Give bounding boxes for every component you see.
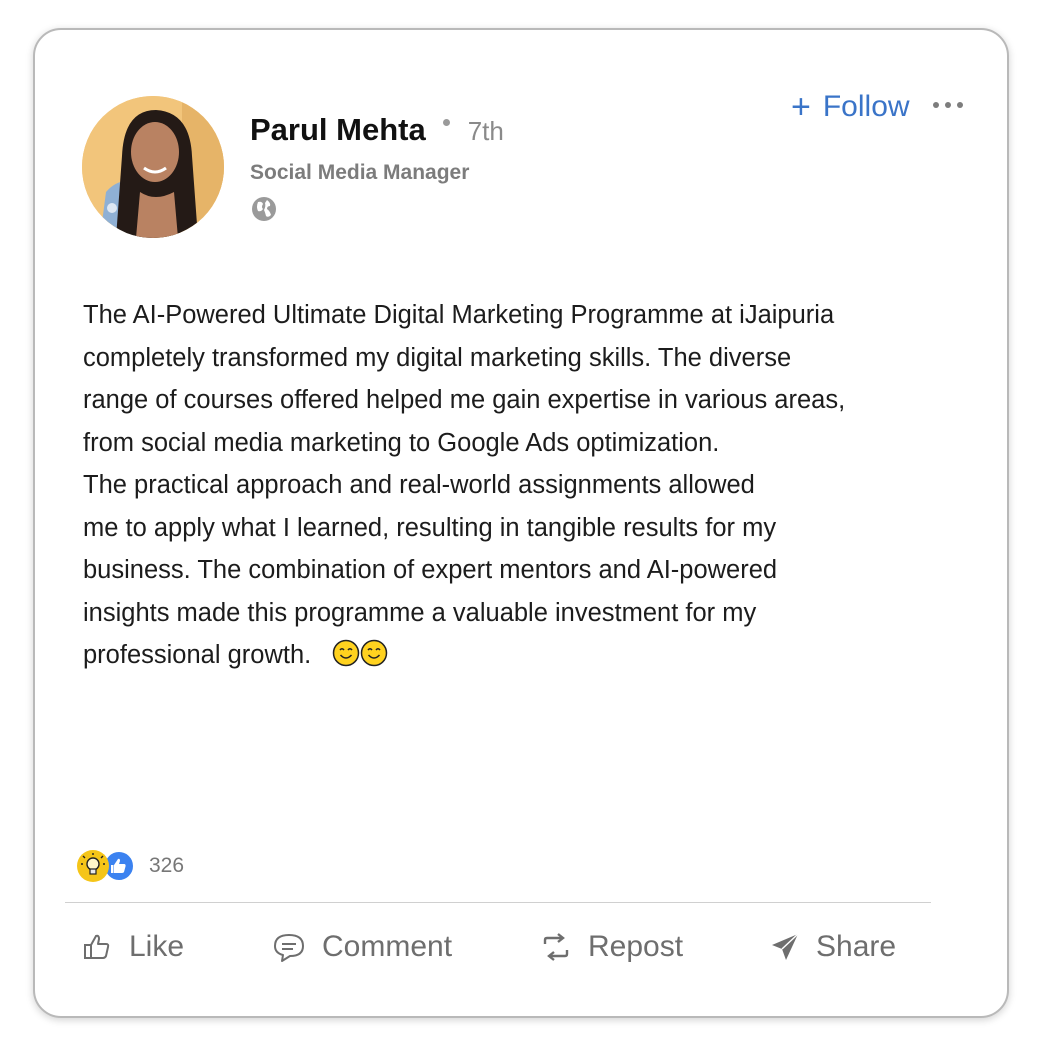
- post-line: range of courses offered helped me gain …: [83, 386, 846, 414]
- post-line: insights made this programme a valuable …: [83, 598, 757, 627]
- plus-icon: +: [791, 88, 811, 126]
- comment-button[interactable]: Comment: [272, 930, 452, 964]
- comment-label: Comment: [322, 930, 453, 963]
- comment-icon: [274, 934, 304, 962]
- post-body: The AI-Powered Ultimate Digital Marketin…: [83, 294, 933, 677]
- author-name[interactable]: Parul Mehta: [250, 112, 426, 148]
- thumbs-up-icon: [84, 934, 110, 959]
- separator-dot: [442, 119, 450, 126]
- author-row: Parul Mehta 7th: [250, 112, 504, 148]
- more-dot: [957, 102, 963, 108]
- post-last-line: professional growth.: [83, 634, 933, 677]
- reactions-summary[interactable]: 326: [77, 850, 184, 882]
- post-line: professional growth.: [83, 641, 312, 669]
- repost-label: Repost: [588, 930, 684, 963]
- post-line: completely transformed my digital market…: [83, 343, 792, 372]
- share-label: Share: [816, 930, 897, 963]
- like-button[interactable]: Like: [81, 930, 184, 964]
- author-headline: Social Media Manager: [250, 161, 470, 184]
- divider: [65, 902, 931, 903]
- post-line: The AI-Powered Ultimate Digital Marketin…: [83, 301, 835, 329]
- post-line: me to apply what I learned, resulting in…: [83, 513, 777, 542]
- more-options-button[interactable]: [933, 102, 963, 108]
- repost-button[interactable]: Repost: [540, 930, 683, 964]
- smiling-face-icon: [360, 638, 388, 667]
- globe-icon: [250, 195, 278, 223]
- like-label: Like: [129, 930, 185, 963]
- post-line: from social media marketing to Google Ad…: [83, 428, 720, 457]
- repost-icon: [543, 933, 569, 961]
- smiling-face-icon: [332, 638, 360, 667]
- post-card: Parul Mehta 7th Social Media Manager + F…: [33, 28, 1009, 1018]
- reaction-count: 326: [149, 854, 185, 877]
- action-bar: Like Comment Repost Share: [35, 930, 1011, 978]
- more-dot: [945, 102, 951, 108]
- post-line: business. The combination of expert ment…: [83, 556, 778, 584]
- send-icon: [772, 933, 799, 960]
- follow-button[interactable]: + Follow: [791, 90, 910, 124]
- connection-degree: 7th: [467, 116, 504, 146]
- insightful-icon: [77, 850, 109, 882]
- avatar[interactable]: [82, 96, 224, 238]
- follow-label: Follow: [822, 90, 910, 123]
- post-line: The practical approach and real-world as…: [83, 471, 755, 499]
- share-button[interactable]: Share: [770, 930, 896, 964]
- more-dot: [933, 102, 939, 108]
